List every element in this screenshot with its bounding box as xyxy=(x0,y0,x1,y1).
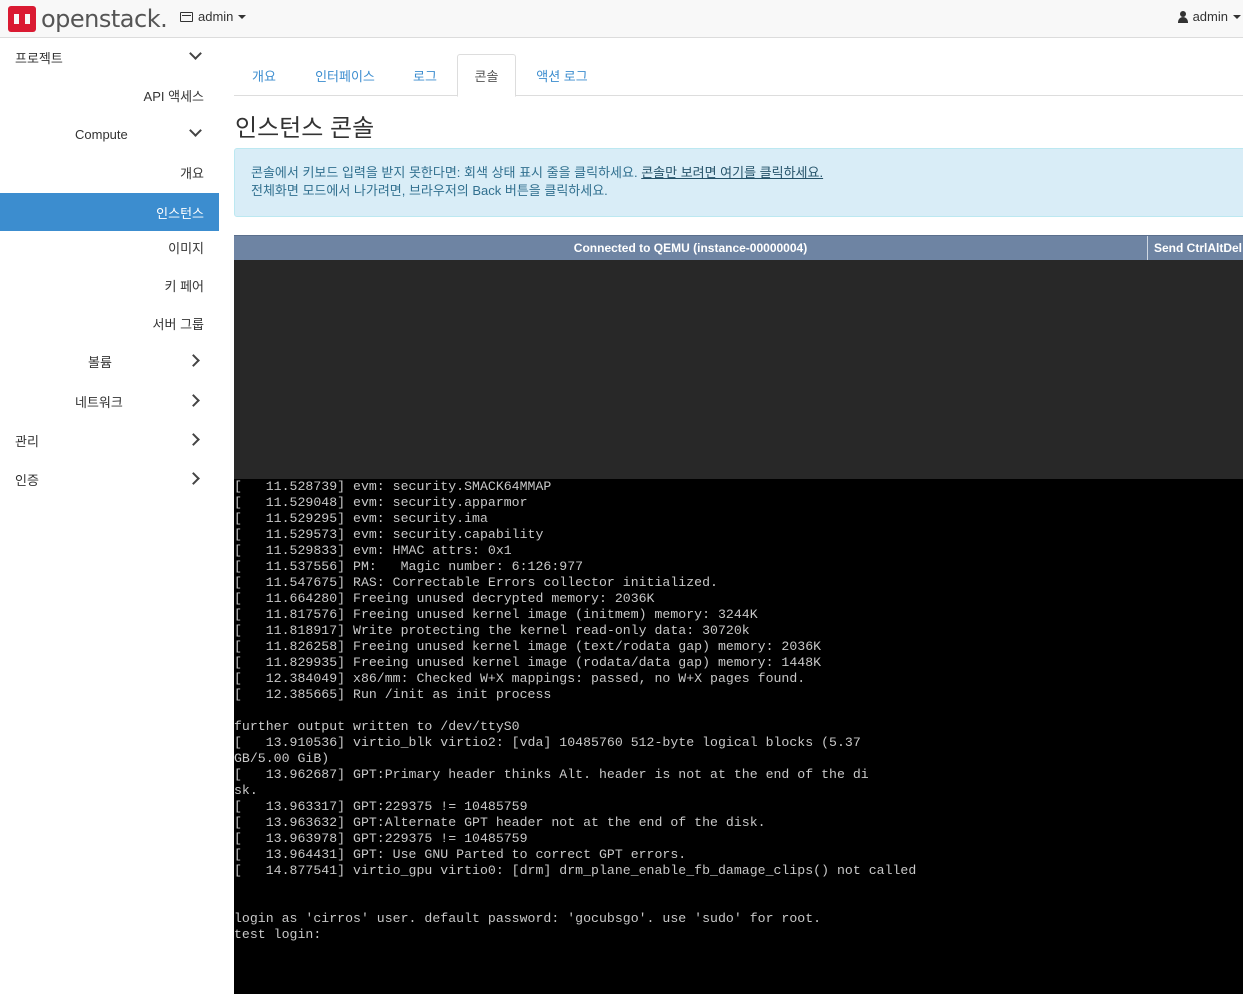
sidebar-item-label: Compute xyxy=(75,126,128,142)
console-line: [ 13.963632] GPT:Alternate GPT header no… xyxy=(234,815,766,830)
sidebar-item-server-groups[interactable]: 서버 그룹 xyxy=(0,304,219,342)
openstack-logo-icon xyxy=(8,6,36,32)
sidebar-item-compute[interactable]: Compute xyxy=(0,115,219,153)
console-status-text[interactable]: Connected to QEMU (instance-00000004) xyxy=(234,236,1147,260)
sidebar-item-network[interactable]: 네트워크 xyxy=(0,382,219,420)
console-info-alert: 콘솔에서 키보드 입력을 받지 못한다면: 회색 상태 표시 줄을 클릭하세요.… xyxy=(234,148,1243,217)
sidebar-item-overview[interactable]: 개요 xyxy=(0,153,219,191)
sidebar-item-label: 관리 xyxy=(15,433,39,449)
sidebar-item-label: 키 페어 xyxy=(164,278,205,294)
console-line: [ 11.829935] Freeing unused kernel image… xyxy=(234,655,822,670)
tab-label: 개요 xyxy=(252,68,276,84)
tab-interfaces[interactable]: 인터페이스 xyxy=(296,54,394,96)
console-line: [ 12.384049] x86/mm: Checked W+X mapping… xyxy=(234,671,806,686)
console-line: [ 11.529833] evm: HMAC attrs: 0x1 xyxy=(234,543,512,558)
sidebar-item-label: 프로젝트 xyxy=(15,50,63,66)
sidebar-item-volumes[interactable]: 볼륨 xyxy=(0,342,219,380)
console-line: [ 11.818917] Write protecting the kernel… xyxy=(234,623,750,638)
project-name: admin xyxy=(198,9,234,24)
console-line: [ 11.529048] evm: security.apparmor xyxy=(234,495,528,510)
console-line: [ 11.529573] evm: security.capability xyxy=(234,527,544,542)
console-line: sk. xyxy=(234,783,258,798)
chevron-right-icon xyxy=(187,354,200,367)
console-line: [ 11.529295] evm: security.ima xyxy=(234,511,488,526)
brand-logo-link[interactable]: openstack. xyxy=(8,4,168,34)
project-icon xyxy=(180,11,193,22)
sidebar: 프로젝트 API 액세스 Compute 개요 인스턴스 이미지 키 페어 서버… xyxy=(0,38,219,994)
sidebar-item-label: 개요 xyxy=(180,165,204,181)
send-ctrl-alt-del-button[interactable]: Send CtrlAltDel xyxy=(1147,236,1243,260)
chevron-down-icon xyxy=(189,124,202,137)
console-line: [ 11.826258] Freeing unused kernel image… xyxy=(234,639,822,654)
caret-down-icon xyxy=(238,14,247,19)
console-line: [ 11.528739] evm: security.SMACK64MMAP xyxy=(234,479,552,494)
tab-label: 로그 xyxy=(413,68,437,84)
tab-overview[interactable]: 개요 xyxy=(234,54,294,96)
alert-line-2: 전체화면 모드에서 나가려면, 브라우저의 Back 버튼을 클릭하세요. xyxy=(251,183,608,198)
console-only-link[interactable]: 콘솔만 보려면 여기를 클릭하세요. xyxy=(641,165,823,180)
console-line: [ 13.963978] GPT:229375 != 10485759 xyxy=(234,831,528,846)
console-status-bar[interactable]: Connected to QEMU (instance-00000004) Se… xyxy=(234,235,1243,260)
console-line: [ 13.962687] GPT:Primary header thinks A… xyxy=(234,767,869,782)
chevron-right-icon xyxy=(187,433,200,446)
sidebar-item-label: 서버 그룹 xyxy=(152,316,204,332)
console-line: further output written to /dev/ttyS0 xyxy=(234,719,520,734)
page-title: 인스턴스 콘솔 xyxy=(235,115,375,142)
tab-label: 인터페이스 xyxy=(315,68,375,84)
console-line: [ 11.537556] PM: Magic number: 6:126:977 xyxy=(234,559,584,574)
sidebar-item-label: API 액세스 xyxy=(143,88,204,104)
sidebar-item-admin[interactable]: 관리 xyxy=(0,421,219,459)
project-dropdown[interactable]: admin xyxy=(180,9,247,24)
sidebar-item-label: 인증 xyxy=(15,472,39,488)
sidebar-item-instances[interactable]: 인스턴스 xyxy=(0,193,219,231)
chevron-down-icon xyxy=(189,47,202,60)
top-navbar: openstack. admin admin xyxy=(0,0,1243,38)
tab-log[interactable]: 로그 xyxy=(396,54,454,96)
sidebar-item-project[interactable]: 프로젝트 xyxy=(0,38,219,76)
console-line: [ 11.817576] Freeing unused kernel image… xyxy=(234,607,758,622)
sidebar-item-identity[interactable]: 인증 xyxy=(0,460,219,498)
user-dropdown[interactable]: admin xyxy=(1177,9,1243,24)
console-line: login as 'cirros' user. default password… xyxy=(234,911,822,926)
alert-text: 콘솔에서 키보드 입력을 받지 못한다면: 회색 상태 표시 줄을 클릭하세요. xyxy=(251,165,638,180)
sidebar-item-label: 네트워크 xyxy=(75,394,123,410)
sidebar-item-key-pairs[interactable]: 키 페어 xyxy=(0,266,219,304)
tab-action-log[interactable]: 액션 로그 xyxy=(519,54,605,96)
tab-label: 콘솔 xyxy=(474,69,499,84)
console-screen[interactable]: [ 11.528739] evm: security.SMACK64MMAP[ … xyxy=(234,479,1243,994)
sidebar-item-label: 이미지 xyxy=(168,240,204,256)
chevron-right-icon xyxy=(187,472,200,485)
console-line: [ 12.385665] Run /init as init process xyxy=(234,687,552,702)
tab-console[interactable]: 콘솔 xyxy=(457,54,516,97)
sidebar-item-label: 인스턴스 xyxy=(156,205,204,221)
console-line: [ 14.877541] virtio_gpu virtio0: [drm] d… xyxy=(234,863,917,878)
caret-down-icon xyxy=(1233,14,1241,19)
console-line: [ 11.547675] RAS: Correctable Errors col… xyxy=(234,575,718,590)
sidebar-item-images[interactable]: 이미지 xyxy=(0,228,219,266)
console-line: [ 11.664280] Freeing unused decrypted me… xyxy=(234,591,655,606)
chevron-right-icon xyxy=(187,394,200,407)
console-line: GB/5.00 GiB) xyxy=(234,751,330,766)
console-line: [ 13.964431] GPT: Use GNU Parted to corr… xyxy=(234,847,687,862)
sidebar-item-label: 볼륨 xyxy=(88,354,112,370)
instance-tabs: 개요 인터페이스 로그 콘솔 액션 로그 xyxy=(234,54,1243,97)
brand-name: openstack. xyxy=(41,5,168,33)
console-line: [ 13.963317] GPT:229375 != 10485759 xyxy=(234,799,528,814)
console-line: test login: xyxy=(234,927,322,942)
tab-label: 액션 로그 xyxy=(536,68,588,84)
user-icon xyxy=(1177,10,1188,23)
user-name: admin xyxy=(1192,9,1228,24)
sidebar-item-api-access[interactable]: API 액세스 xyxy=(0,76,219,114)
console-canvas-blank-area[interactable] xyxy=(234,260,1243,479)
console-line: [ 13.910536] virtio_blk virtio2: [vda] 1… xyxy=(234,735,861,750)
alert-line-1: 콘솔에서 키보드 입력을 받지 못한다면: 회색 상태 표시 줄을 클릭하세요.… xyxy=(251,164,1232,182)
